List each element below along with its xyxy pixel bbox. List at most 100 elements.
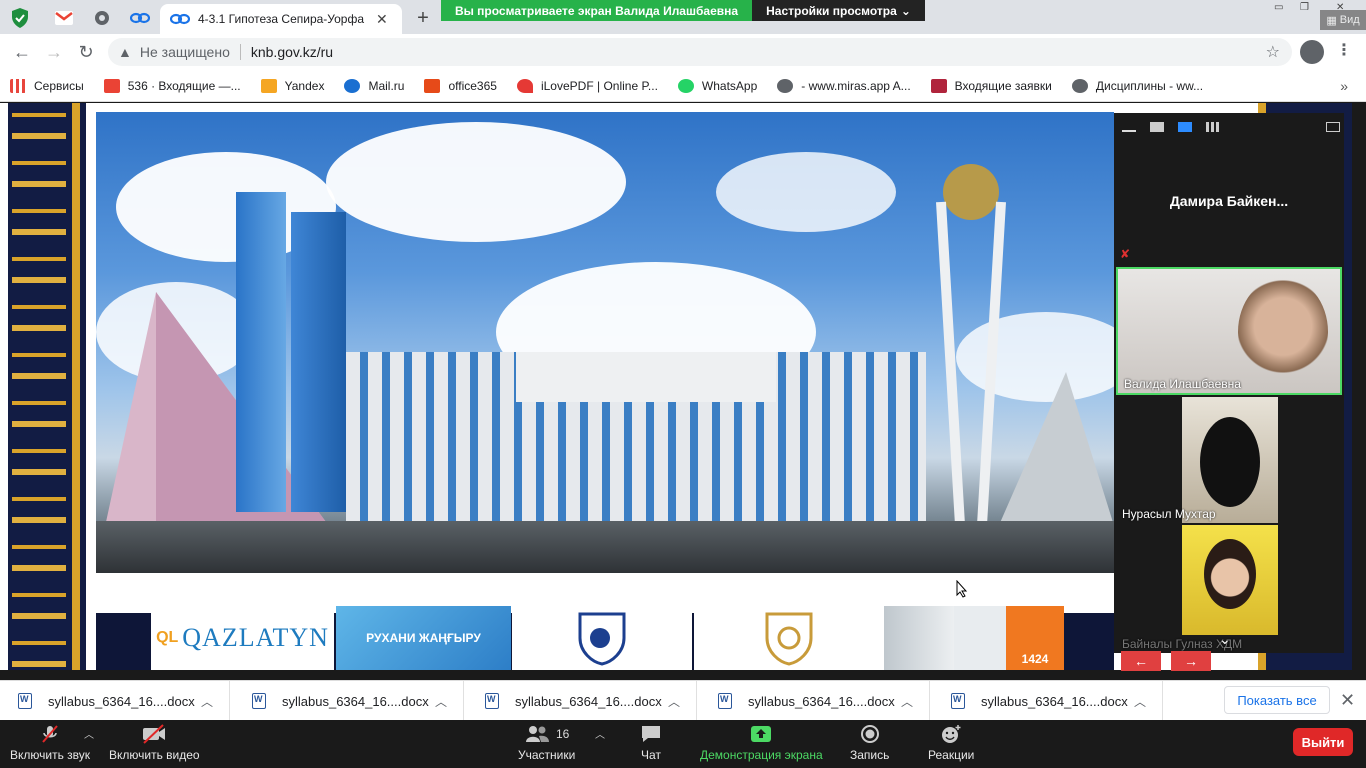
pinned-tab-gmail[interactable]: [46, 4, 82, 32]
pinned-tab-gear[interactable]: [84, 4, 120, 32]
scroll-down-chevron-icon[interactable]: ⌄: [1219, 631, 1231, 648]
single-view-icon[interactable]: [1150, 122, 1164, 132]
yandex-mail-icon: [260, 78, 277, 93]
forward-arrow-icon[interactable]: →: [42, 40, 66, 64]
gmail-icon: [55, 11, 73, 25]
bookmark-label: - www.miras.app A...: [801, 78, 911, 93]
share-screen-button[interactable]: Демонстрация экрана: [700, 720, 823, 768]
shield-emblem-logo[interactable]: [512, 606, 692, 670]
start-video-button[interactable]: Включить видео: [109, 720, 200, 768]
bookmark-incoming-requests[interactable]: Входящие заявки: [930, 78, 1052, 93]
bookmark-ilovepdf[interactable]: iLovePDF | Online P...: [516, 78, 658, 93]
download-item[interactable]: syllabus_6364_16....docx ︿: [467, 681, 697, 721]
leave-meeting-button[interactable]: Выйти: [1293, 728, 1353, 756]
warning-triangle-icon[interactable]: ▲: [118, 44, 132, 60]
profile-avatar-icon[interactable]: [1300, 40, 1324, 64]
download-filename: syllabus_6364_16....docx: [748, 693, 895, 709]
ground: [96, 521, 1114, 573]
download-item[interactable]: syllabus_6364_16....docx ︿: [700, 681, 930, 721]
bookmark-whatsapp[interactable]: WhatsApp: [677, 78, 757, 93]
chat-label: Чат: [641, 748, 661, 762]
bookmark-label: Сервисы: [34, 78, 84, 93]
close-download-shelf-icon[interactable]: ✕: [1340, 690, 1355, 711]
gold-shield-emblem-logo[interactable]: [694, 606, 884, 670]
kazakh-ornament-left: [8, 103, 86, 670]
chat-button[interactable]: Чат: [640, 720, 662, 768]
bookmark-services[interactable]: Сервисы: [10, 78, 84, 93]
view-mode-button[interactable]: ▦ Вид: [1320, 10, 1366, 30]
unmute-button[interactable]: Включить звук: [10, 720, 90, 768]
pinned-tab-link[interactable]: [122, 4, 158, 32]
glass-tower: [291, 212, 346, 512]
reactions-button[interactable]: Реакции: [928, 720, 974, 768]
rukhani-zhangyru-logo[interactable]: РУХАНИ ЖАҢҒЫРУ: [336, 606, 511, 670]
bookmark-office365[interactable]: office365: [424, 78, 497, 93]
bookmark-mailru[interactable]: Mail.ru: [344, 78, 404, 93]
show-all-downloads-button[interactable]: Показать все: [1224, 686, 1330, 714]
record-button[interactable]: Запись: [850, 720, 889, 768]
cloud: [716, 152, 896, 232]
minimize-panel-icon[interactable]: [1122, 122, 1136, 132]
participant-tile[interactable]: Валида Илашбаевна: [1116, 267, 1342, 395]
strip-view-icon[interactable]: [1178, 122, 1192, 132]
participant-tile[interactable]: Нурасыл Мухтар: [1116, 397, 1342, 523]
download-item[interactable]: syllabus_6364_16....docx ︿: [0, 681, 230, 721]
chevron-up-icon[interactable]: ︿: [201, 693, 213, 710]
participants-options-chevron-icon[interactable]: ︿: [595, 726, 605, 741]
bookmark-gmail[interactable]: 536 · Входящие —...: [103, 78, 241, 93]
gmail-icon: [103, 78, 120, 93]
address-bar[interactable]: ▲ Не защищено knb.gov.kz/ru ☆: [108, 38, 1292, 66]
download-item[interactable]: syllabus_6364_16....docx ︿: [234, 681, 464, 721]
participant-face: [1204, 539, 1256, 609]
minimize-icon[interactable]: ▭: [1274, 2, 1283, 16]
word-document-icon: [18, 693, 32, 709]
view-settings-button[interactable]: Настройки просмотра ⌄: [752, 0, 925, 21]
chevron-up-icon[interactable]: ︿: [901, 693, 913, 710]
panel-view-toolbar: [1114, 113, 1344, 141]
chevron-up-icon[interactable]: ︿: [668, 693, 680, 710]
anticorruption-banner[interactable]: 1424: [884, 606, 1064, 670]
shield-extension-icon[interactable]: [2, 4, 38, 32]
right-arrow-icon[interactable]: →: [1171, 651, 1211, 671]
cloud: [326, 122, 626, 242]
url-text[interactable]: knb.gov.kz/ru: [251, 44, 333, 60]
pyramid-of-peace: [996, 372, 1114, 532]
bookmarks-overflow-chevron-icon[interactable]: »: [1340, 78, 1348, 94]
gallery-view-icon[interactable]: [1206, 122, 1220, 132]
participant-video: [1182, 397, 1278, 523]
security-status[interactable]: Не защищено: [140, 44, 230, 60]
rukhani-text: РУХАНИ ЖАҢҒЫРУ: [366, 631, 481, 645]
tab-active[interactable]: 4-3.1 Гипотеза Сепира-Уорфа | ✕: [160, 4, 402, 34]
tab-close-button[interactable]: ✕: [376, 11, 388, 28]
new-tab-button[interactable]: +: [410, 6, 436, 30]
participant-name: Нурасыл Мухтар: [1122, 507, 1216, 521]
audio-options-chevron-icon[interactable]: ︿: [84, 726, 94, 741]
back-arrow-icon[interactable]: ←: [10, 40, 34, 64]
bookmark-yandex[interactable]: Yandex: [260, 78, 324, 93]
bookmark-label: 536 · Входящие —...: [127, 78, 241, 93]
word-document-icon: [485, 693, 499, 709]
download-item[interactable]: syllabus_6364_16....docx ︿: [933, 681, 1163, 721]
participants-label: Участники: [518, 748, 576, 762]
chevron-up-icon[interactable]: ︿: [435, 693, 447, 710]
unmute-label: Включить звук: [10, 748, 91, 762]
bookmark-star-icon[interactable]: ☆: [1266, 42, 1280, 62]
zoom-meeting-controls: Включить звук ︿ Включить видео 16 Участн…: [0, 720, 1366, 768]
download-shelf: syllabus_6364_16....docx ︿ syllabus_6364…: [0, 680, 1366, 721]
qazlatyn-text: QAZLATYN: [182, 623, 329, 652]
whatsapp-icon: [677, 78, 694, 93]
reload-icon[interactable]: ↻: [74, 40, 98, 64]
bookmark-label: office365: [448, 78, 497, 93]
chevron-up-icon[interactable]: ︿: [1134, 693, 1146, 710]
exit-panel-icon[interactable]: [1326, 122, 1340, 132]
bookmark-miras[interactable]: - www.miras.app A...: [777, 78, 911, 93]
bookmark-disciplines[interactable]: Дисциплины - ww...: [1071, 78, 1203, 93]
restore-icon[interactable]: ❐: [1300, 2, 1309, 16]
kebab-menu-icon[interactable]: ⋮: [1336, 40, 1352, 64]
participants-button[interactable]: 16 Участники: [518, 720, 575, 768]
qazlatyn-logo[interactable]: QL QAZLATYN: [151, 606, 334, 670]
word-document-icon: [718, 693, 732, 709]
hotline-number: 1424: [1006, 606, 1064, 670]
left-arrow-icon[interactable]: ←: [1121, 651, 1161, 671]
zoom-share-banner: Вы просматриваете экран Валида Илашбаевн…: [441, 0, 752, 21]
